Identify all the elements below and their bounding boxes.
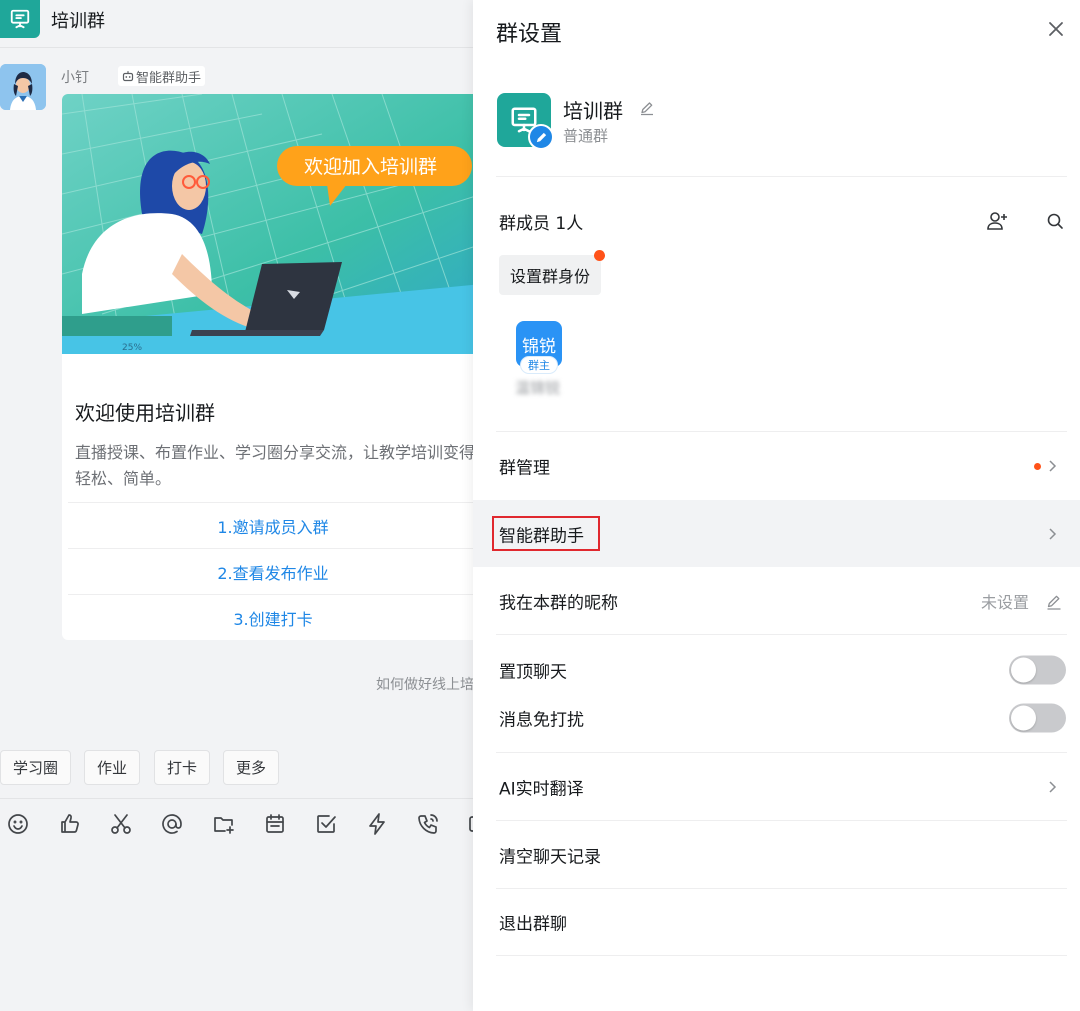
check-task-icon[interactable] [312, 810, 340, 838]
chevron-right-icon [1049, 460, 1057, 472]
emoji-icon[interactable] [4, 810, 32, 838]
pin-chat-label: 置顶聊天 [499, 662, 567, 683]
ai-translate-row[interactable]: AI实时翻译 [473, 754, 1080, 820]
group-name: 培训群 [563, 99, 623, 123]
pin-chat-toggle[interactable] [1009, 655, 1066, 685]
group-icon[interactable] [0, 0, 40, 38]
chevron-right-icon [1049, 781, 1057, 793]
banner-text: 欢迎加入培训群 [304, 156, 437, 178]
bot-tag: 智能群助手 [118, 66, 206, 86]
owner-badge: 群主 [520, 356, 558, 374]
notification-dot [1034, 463, 1041, 470]
ai-translate-label: AI实时翻译 [499, 779, 584, 800]
more-tools-icon[interactable] [462, 810, 473, 838]
group-settings-panel: 群设置 培训群 普通群 群成员 1人 设置群身份 锦锐 群主 温锦锐 群管理 智… [473, 0, 1080, 1011]
system-hint[interactable]: 如何做好线上培训 [376, 674, 473, 694]
card-title: 欢迎使用培训群 [75, 401, 215, 425]
do-not-disturb-label: 消息免打扰 [499, 710, 584, 731]
set-role-button[interactable]: 设置群身份 [499, 255, 602, 295]
pin-chat-row: 置顶聊天 [473, 650, 1080, 690]
bot-tag-label: 智能群助手 [136, 70, 202, 86]
card-description: 直播授课、布置作业、学习圈分享交流，让教学培训变得轻松、简单。 [75, 443, 473, 488]
pencil-icon [536, 132, 546, 142]
nickname-value: 未设置 [981, 593, 1030, 612]
chat-header: 培训群 [0, 0, 473, 48]
svg-text:25%: 25% [122, 343, 142, 353]
divider [496, 955, 1067, 956]
checkin-button[interactable]: 打卡 [154, 750, 211, 785]
assistant-avatar-icon [0, 64, 46, 110]
clear-history-label: 清空聊天记录 [499, 847, 601, 868]
search-icon[interactable] [1045, 211, 1065, 231]
robot-icon [122, 71, 134, 82]
member-name: 温锦锐 [515, 379, 561, 397]
chevron-right-icon [1049, 527, 1057, 540]
toggle-knob [1011, 705, 1036, 731]
divider [496, 820, 1067, 821]
edit-avatar-button[interactable] [528, 124, 554, 150]
group-type: 普通群 [563, 127, 609, 145]
welcome-card: 25% 欢迎加入培训群 欢迎使用培训群 直播授课、布置作业、学习圈分享交流，让教… [62, 94, 473, 640]
exit-group-row[interactable]: 退出群聊 [473, 889, 1080, 955]
create-checkin-link[interactable]: 3.创建打卡 [68, 594, 473, 640]
welcome-banner-image: 25% 欢迎加入培训群 [62, 94, 473, 354]
more-button[interactable]: 更多 [223, 750, 280, 785]
my-nickname-row[interactable]: 我在本群的昵称 未设置 [473, 568, 1080, 634]
divider [496, 752, 1067, 753]
calendar-icon[interactable] [261, 810, 289, 838]
members-label: 群成员 1人 [499, 214, 584, 234]
divider [496, 634, 1067, 635]
lightning-icon[interactable] [363, 810, 391, 838]
do-not-disturb-row: 消息免打扰 [473, 698, 1080, 738]
folder-add-icon[interactable] [210, 810, 238, 838]
my-nickname-label: 我在本群的昵称 [499, 593, 618, 614]
scissors-icon[interactable] [107, 810, 135, 838]
smart-assistant-label: 智能群助手 [499, 526, 584, 546]
phone-icon[interactable] [414, 810, 442, 838]
edit-name-icon[interactable] [639, 100, 655, 116]
smart-assistant-row[interactable]: 智能群助手 [473, 500, 1080, 567]
group-manage-label: 群管理 [499, 458, 550, 479]
group-manage-row[interactable]: 群管理 [473, 433, 1080, 499]
toolbar-divider [0, 798, 473, 799]
view-homework-link[interactable]: 2.查看发布作业 [68, 548, 473, 594]
exit-group-label: 退出群聊 [499, 914, 567, 935]
edit-icon[interactable] [1045, 593, 1063, 611]
panel-title: 群设置 [496, 22, 563, 47]
clear-history-row[interactable]: 清空聊天记录 [473, 822, 1080, 888]
notification-dot [594, 250, 605, 261]
chat-title: 培训群 [51, 11, 105, 32]
thumbs-up-icon[interactable] [56, 810, 84, 838]
homework-button[interactable]: 作业 [84, 750, 141, 785]
chat-area: 培训群 小钉 智能群助手 25% 欢迎加入培训群 欢迎使用培训群 直播授课、布置… [0, 0, 473, 1011]
presentation-icon [10, 9, 30, 29]
divider [496, 431, 1067, 432]
toggle-knob [1011, 657, 1036, 683]
avatar[interactable] [0, 64, 46, 110]
study-circle-button[interactable]: 学习圈 [0, 750, 72, 785]
add-member-icon[interactable] [985, 209, 1009, 233]
invite-members-link[interactable]: 1.邀请成员入群 [68, 502, 473, 548]
do-not-disturb-toggle[interactable] [1009, 703, 1066, 733]
close-icon[interactable] [1045, 18, 1067, 40]
at-icon[interactable] [158, 810, 186, 838]
sender-name: 小钉 [61, 70, 89, 86]
divider [496, 176, 1067, 177]
